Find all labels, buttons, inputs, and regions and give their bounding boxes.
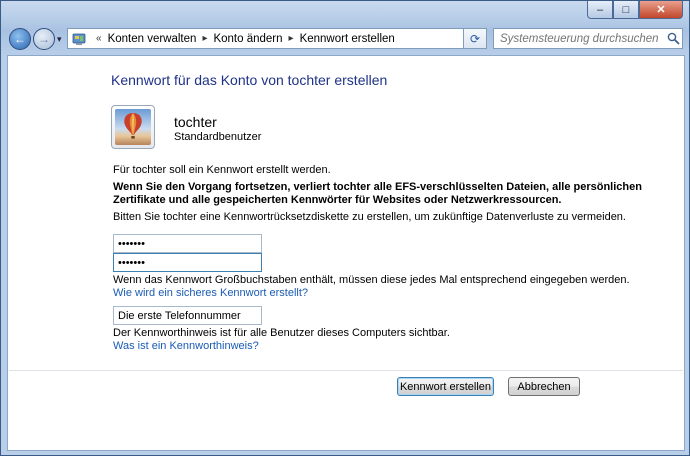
warning-text-line2: Zertifikate und alle gespeicherten Kennw… (113, 194, 562, 206)
warning-text-line1: Wenn Sie den Vorgang fortsetzen, verlier… (113, 181, 642, 193)
refresh-icon: ⟳ (469, 31, 481, 46)
case-sensitivity-hint: Wenn das Kennwort Großbuchstaben enthält… (113, 274, 630, 286)
page-title: Kennwort für das Konto von tochter erste… (111, 72, 388, 88)
recent-pages-dropdown[interactable]: ▾ (57, 34, 62, 45)
breadcrumb-overflow[interactable]: « (96, 33, 102, 44)
user-role: Standardbenutzer (174, 131, 262, 143)
breadcrumb-separator[interactable]: ▸ (202, 33, 207, 44)
avatar (111, 105, 155, 149)
breadcrumb-item-konto-aendern[interactable]: Konto ändern (213, 33, 282, 45)
address-bar[interactable]: « Konten verwalten ▸ Konto ändern ▸ Kenn… (67, 28, 485, 49)
strong-password-link[interactable]: Wie wird ein sicheres Kennwort erstellt? (113, 287, 308, 300)
control-panel-icon (72, 32, 86, 46)
back-button[interactable]: ← (9, 28, 31, 50)
hint-visibility-text: Der Kennworthinweis ist für alle Benutze… (113, 327, 450, 339)
search-box[interactable] (493, 28, 683, 49)
close-button[interactable]: ✕ (639, 1, 683, 19)
window-controls: – □ ✕ (587, 1, 683, 19)
password-hint-field[interactable] (113, 306, 262, 325)
footer-divider (9, 370, 683, 371)
hint-help-link[interactable]: Was ist ein Kennworthinweis? (113, 340, 259, 353)
cancel-button[interactable]: Abbrechen (508, 377, 580, 396)
maximize-button[interactable]: □ (613, 1, 639, 19)
user-name: tochter (174, 114, 217, 130)
search-input[interactable] (494, 30, 664, 47)
reset-disk-hint: Bitten Sie tochter eine Kennwortrücksetz… (113, 211, 626, 223)
search-icon[interactable] (664, 32, 682, 45)
window-frame: – □ ✕ ← → ▾ « Konten verwalten ▸ Konto ä… (0, 0, 690, 456)
intro-text: Für tochter soll ein Kennwort erstellt w… (113, 164, 331, 176)
breadcrumb: « Konten verwalten ▸ Konto ändern ▸ Kenn… (90, 33, 467, 45)
hot-air-balloon-icon (115, 109, 151, 145)
confirm-password-field[interactable] (113, 253, 262, 272)
breadcrumb-item-konten-verwalten[interactable]: Konten verwalten (108, 33, 197, 45)
breadcrumb-item-kennwort-erstellen[interactable]: Kennwort erstellen (300, 33, 395, 45)
new-password-field[interactable] (113, 234, 262, 253)
refresh-button[interactable]: ⟳ (463, 28, 487, 49)
create-password-button[interactable]: Kennwort erstellen (397, 377, 494, 396)
navigation-bar: ← → ▾ « Konten verwalten ▸ Konto ändern … (7, 27, 683, 51)
forward-button[interactable]: → (33, 28, 55, 50)
breadcrumb-separator[interactable]: ▸ (289, 33, 294, 44)
content-pane: Kennwort für das Konto von tochter erste… (7, 55, 685, 451)
minimize-button[interactable]: – (587, 1, 613, 19)
